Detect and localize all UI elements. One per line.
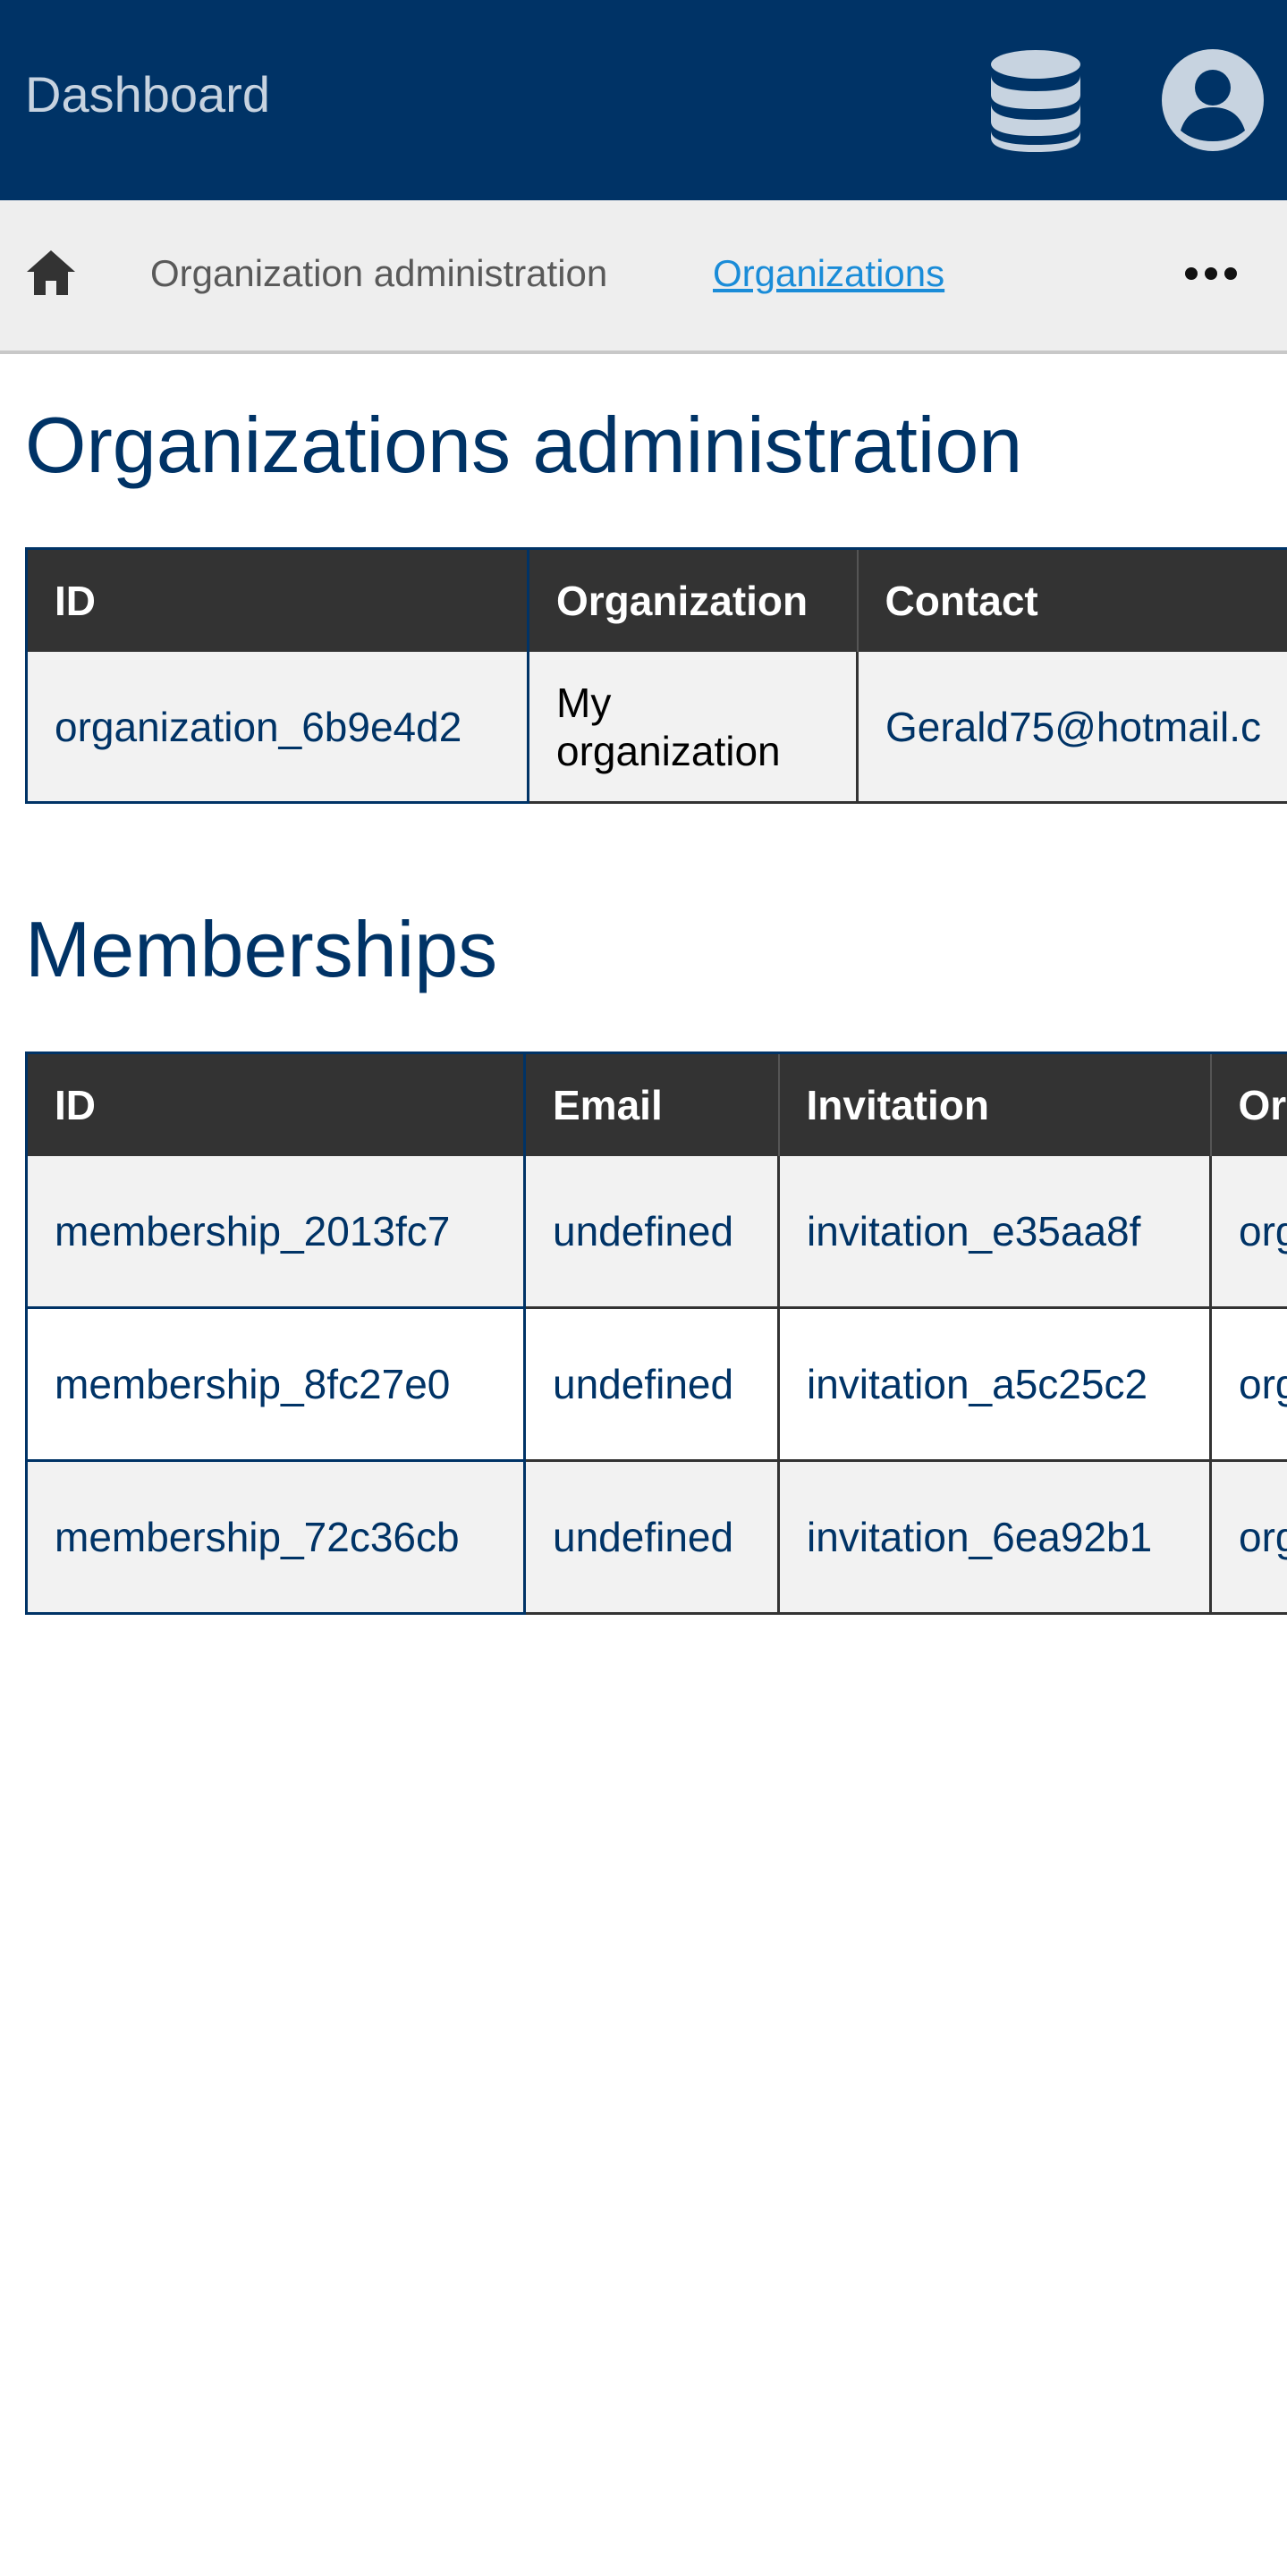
membership-email-cell: undefined xyxy=(524,1460,780,1615)
table-row[interactable]: membership_8fc27e0 undefined invitation_… xyxy=(25,1307,1287,1462)
user-circle-icon[interactable] xyxy=(1161,48,1265,152)
table-header-row: ID Organization Contact xyxy=(25,547,1287,652)
ellipsis-icon[interactable] xyxy=(1182,258,1240,290)
column-header-organization[interactable]: Or xyxy=(1210,1052,1287,1156)
membership-organization-cell[interactable]: org xyxy=(1210,1307,1287,1462)
membership-email-cell: undefined xyxy=(524,1156,780,1309)
membership-invitation-cell[interactable]: invitation_a5c25c2 xyxy=(778,1307,1212,1462)
membership-invitation-cell[interactable]: invitation_6ea92b1 xyxy=(778,1460,1212,1615)
membership-organization-cell[interactable]: org xyxy=(1210,1460,1287,1615)
top-navbar: Dashboard xyxy=(0,0,1287,200)
column-header-organization[interactable]: Organization xyxy=(528,547,859,652)
memberships-heading: Memberships xyxy=(25,905,498,993)
column-header-id[interactable]: ID xyxy=(25,1052,526,1156)
organizations-heading: Organizations administration xyxy=(25,401,1023,489)
table-header-row: ID Email Invitation Or xyxy=(25,1052,1287,1156)
dashboard-brand-link[interactable]: Dashboard xyxy=(25,64,270,125)
organization-id-cell[interactable]: organization_6b9e4d2 xyxy=(25,652,529,804)
column-header-contact[interactable]: Contact xyxy=(857,547,1287,652)
table-row[interactable]: membership_72c36cb undefined invitation_… xyxy=(25,1460,1287,1615)
membership-organization-cell[interactable]: org xyxy=(1210,1156,1287,1309)
membership-invitation-cell[interactable]: invitation_e35aa8f xyxy=(778,1156,1212,1309)
home-icon[interactable] xyxy=(25,247,77,299)
column-header-invitation[interactable]: Invitation xyxy=(778,1052,1212,1156)
organizations-table: ID Organization Contact organization_6b9… xyxy=(25,547,1287,804)
organization-contact-cell[interactable]: Gerald75@hotmail.c xyxy=(857,652,1287,804)
table-row[interactable]: membership_2013fc7 undefined invitation_… xyxy=(25,1156,1287,1309)
memberships-table: ID Email Invitation Or membership_2013fc… xyxy=(25,1052,1287,1615)
column-header-email[interactable]: Email xyxy=(524,1052,780,1156)
membership-id-cell[interactable]: membership_8fc27e0 xyxy=(25,1307,526,1462)
membership-id-cell[interactable]: membership_2013fc7 xyxy=(25,1156,526,1309)
breadcrumb: Organization administration Organization… xyxy=(0,200,1287,354)
breadcrumb-organization-administration[interactable]: Organization administration xyxy=(150,250,607,297)
organization-name-cell: My organization xyxy=(528,652,859,804)
database-icon[interactable] xyxy=(989,48,1082,152)
column-header-id[interactable]: ID xyxy=(25,547,529,652)
breadcrumb-organizations-link[interactable]: Organizations xyxy=(713,250,944,297)
membership-email-cell: undefined xyxy=(524,1307,780,1462)
membership-id-cell[interactable]: membership_72c36cb xyxy=(25,1460,526,1615)
table-row[interactable]: organization_6b9e4d2 My organization Ger… xyxy=(25,652,1287,804)
